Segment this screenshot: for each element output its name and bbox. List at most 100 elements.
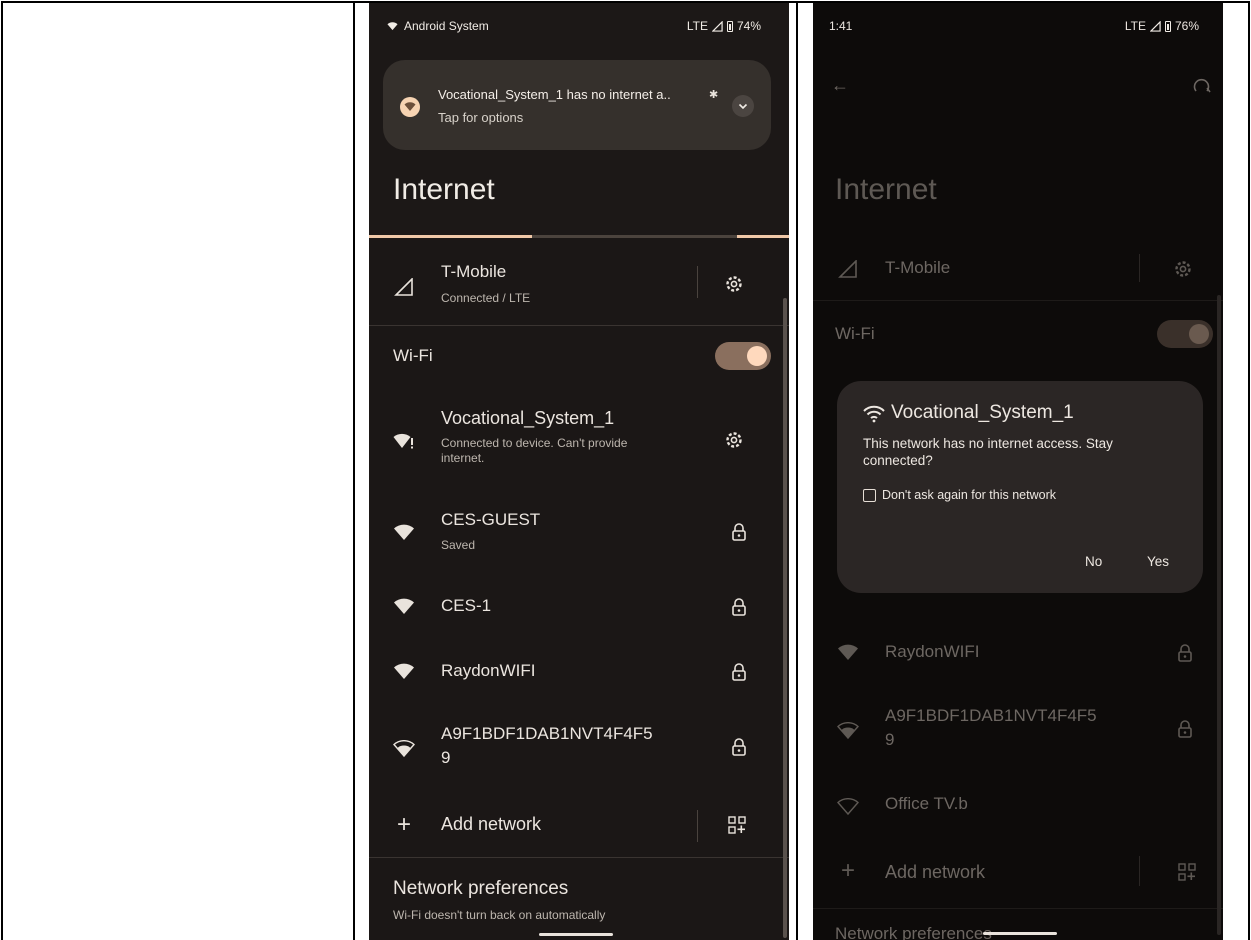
status-battery: 74% [736, 19, 761, 33]
wifi-network-row[interactable]: Vocational_System_1 Connected to device.… [369, 398, 789, 484]
mobile-network-status: Connected / LTE [441, 291, 531, 305]
mobile-network-row[interactable]: T-Mobile [813, 238, 1223, 298]
wifi-network-name: A9F1BDF1DAB1NVT4F4F5 [885, 706, 1097, 725]
wifi-network-status: Saved [441, 538, 476, 552]
wifi-toggle[interactable] [715, 342, 771, 370]
network-list: T-Mobile Connected / LTE Wi-Fi Vocationa… [369, 238, 789, 940]
wifi-network-name: RaydonWIFI [441, 661, 536, 680]
wifi-network-name-line2: 9 [441, 748, 451, 767]
cellular-icon [1149, 20, 1161, 32]
wifi-network-name: RaydonWIFI [885, 642, 980, 661]
status-app-name: Android System [404, 19, 489, 33]
wifi-label: Wi-Fi [393, 346, 433, 365]
wifi-network-name: CES-GUEST [441, 510, 541, 529]
gesture-nav-pill [983, 932, 1057, 935]
status-network: LTE [1124, 19, 1146, 33]
no-button[interactable]: No [1085, 554, 1102, 569]
wifi-network-name: Office TV.b [885, 794, 968, 813]
network-preferences-subtitle: Wi-Fi doesn't turn back on automatically [393, 908, 606, 922]
wifi-icon [835, 640, 861, 666]
network-preferences-title: Network preferences [835, 924, 992, 940]
lock-icon [727, 660, 751, 684]
plus-icon: + [396, 811, 411, 838]
gesture-nav-pill [539, 933, 613, 936]
wifi-toggle-row[interactable]: Wi-Fi [369, 326, 789, 382]
network-preferences-row[interactable]: Network preferences Wi-Fi doesn't turn b… [369, 862, 789, 940]
lock-icon [727, 595, 751, 619]
wifi-weak-icon [391, 736, 417, 762]
lock-icon [727, 735, 751, 759]
qr-code-icon[interactable] [1175, 860, 1199, 884]
wifi-icon [863, 405, 885, 423]
page-title: Internet [393, 173, 495, 206]
lock-icon [727, 520, 751, 544]
wifi-toggle-row[interactable]: Wi-Fi [813, 304, 1223, 360]
chevron-down-icon[interactable] [732, 95, 754, 117]
back-arrow-icon[interactable]: ← [831, 75, 849, 96]
wifi-open-icon [835, 794, 861, 820]
notification-title: Vocational_System_1 has no internet a.. [438, 87, 671, 102]
wifi-network-row[interactable]: Office TV.b [813, 778, 1223, 834]
battery-icon [726, 20, 733, 32]
wifi-network-row[interactable]: RaydonWIFI [369, 643, 789, 699]
bell-icon: ✱ [709, 89, 719, 101]
gear-icon[interactable] [722, 272, 746, 296]
wifi-network-name: CES-1 [441, 596, 492, 615]
status-network: LTE [686, 19, 708, 33]
wifi-icon [391, 594, 417, 620]
wifi-network-status-line2: internet. [441, 451, 485, 465]
wifi-network-row[interactable]: CES-1 [369, 578, 789, 634]
network-preferences-title: Network preferences [393, 878, 569, 899]
gear-icon[interactable] [1171, 257, 1195, 281]
wifi-icon [391, 520, 417, 546]
gear-icon[interactable] [722, 428, 746, 452]
column-divider [353, 1, 355, 940]
status-battery: 76% [1174, 19, 1199, 33]
cellular-icon [711, 20, 723, 32]
add-network-label: Add network [441, 814, 542, 834]
mobile-network-row[interactable]: T-Mobile Connected / LTE [369, 238, 789, 326]
column-divider [796, 1, 798, 940]
left-phone-screen: Android System LTE 74% Vocational_System… [369, 3, 789, 940]
add-network-row[interactable]: + Add network [369, 794, 789, 856]
yes-button[interactable]: Yes [1147, 554, 1169, 569]
qr-code-icon[interactable] [725, 813, 749, 837]
wifi-network-row[interactable]: A9F1BDF1DAB1NVT4F4F5 9 [369, 710, 789, 782]
wifi-warning-icon [400, 97, 420, 117]
plus-icon: + [840, 857, 855, 884]
wifi-label: Wi-Fi [835, 324, 875, 343]
wifi-network-row[interactable]: A9F1BDF1DAB1NVT4F4F5 9 [813, 694, 1223, 766]
scrollbar[interactable] [1217, 295, 1221, 935]
wifi-network-row[interactable]: CES-GUEST Saved [369, 500, 789, 566]
dont-ask-checkbox[interactable] [863, 488, 876, 502]
lock-icon [1173, 641, 1197, 665]
wifi-network-name: A9F1BDF1DAB1NVT4F4F5 [441, 724, 653, 743]
dont-ask-checkbox-row[interactable]: Don't ask again for this network [863, 488, 1056, 502]
wifi-weak-icon [835, 718, 861, 744]
wifi-network-name: Vocational_System_1 [441, 408, 615, 428]
wifi-warning-icon [387, 21, 398, 30]
help-icon[interactable] [1193, 77, 1213, 100]
wifi-warning-icon [391, 428, 417, 454]
add-network-row[interactable]: + Add network [813, 844, 1223, 900]
notification-card[interactable]: Vocational_System_1 has no internet a.. … [383, 60, 771, 150]
wifi-network-status: Connected to device. Can't provide [441, 436, 628, 450]
scrollbar[interactable] [783, 298, 787, 938]
dont-ask-checkbox-label: Don't ask again for this network [882, 488, 1056, 502]
no-internet-dialog: Vocational_System_1 This network has no … [837, 381, 1203, 593]
lock-icon [1173, 717, 1197, 741]
wifi-toggle[interactable] [1157, 320, 1213, 348]
cellular-icon [835, 256, 861, 282]
dialog-title: Vocational_System_1 [891, 402, 1074, 423]
status-bar: 1:41 LTE 76% [813, 3, 1223, 51]
right-phone-screen: 1:41 LTE 76% ← Internet T-Mobile Wi-Fi R… [813, 3, 1223, 940]
status-bar: Android System LTE 74% [369, 3, 789, 51]
battery-icon [1164, 20, 1171, 32]
page-title: Internet [835, 173, 937, 206]
mobile-network-name: T-Mobile [441, 262, 507, 281]
network-preferences-row[interactable]: Network preferences [813, 912, 1223, 940]
wifi-network-row[interactable]: RaydonWIFI [813, 624, 1223, 680]
add-network-label: Add network [885, 862, 986, 882]
notification-subtitle: Tap for options [438, 110, 524, 125]
wifi-network-name-line2: 9 [885, 730, 895, 749]
